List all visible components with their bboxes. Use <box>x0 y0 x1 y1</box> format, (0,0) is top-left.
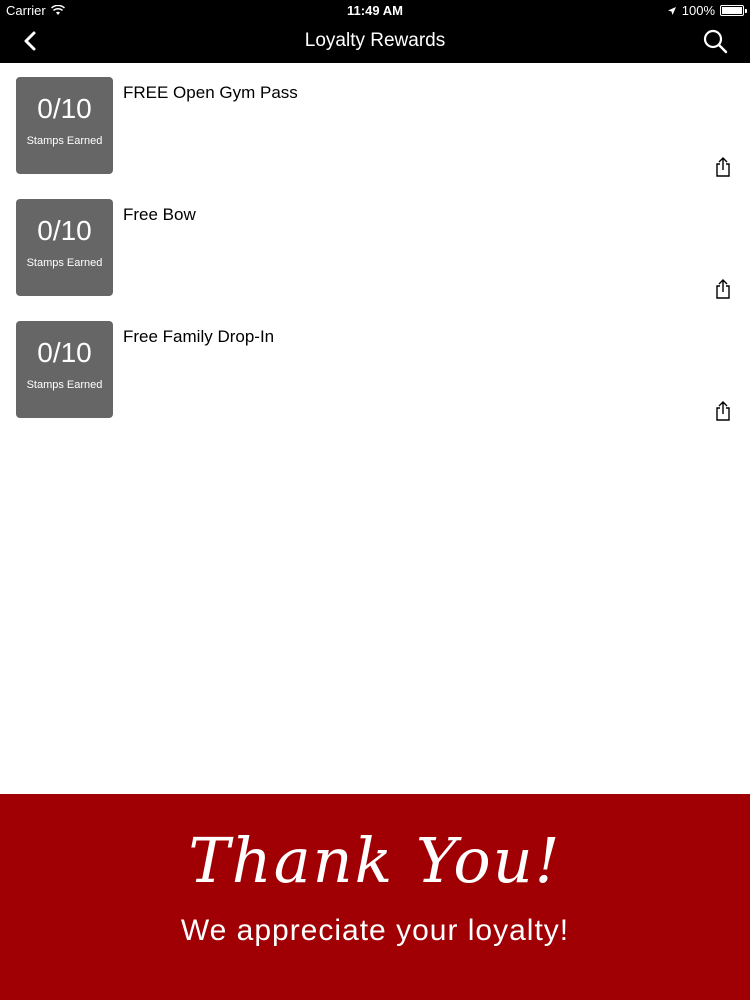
reward-row[interactable]: 0/10 Stamps Earned FREE Open Gym Pass <box>0 63 750 185</box>
status-right: 100% <box>667 3 747 18</box>
reward-title: Free Family Drop-In <box>123 327 275 346</box>
reward-row[interactable]: 0/10 Stamps Earned Free Bow <box>0 185 750 307</box>
nav-bar: Loyalty Rewards <box>0 20 750 63</box>
stamp-label: Stamps Earned <box>26 135 103 147</box>
share-icon[interactable] <box>714 279 732 299</box>
thank-you-banner: Thank You! We appreciate your loyalty! <box>0 794 750 1000</box>
location-arrow-icon <box>667 6 676 15</box>
rewards-list: 0/10 Stamps Earned FREE Open Gym Pass 0/… <box>0 63 750 429</box>
stamp-counter: 0/10 Stamps Earned <box>16 199 113 296</box>
stamp-count: 0/10 <box>37 337 92 368</box>
page-title: Loyalty Rewards <box>304 30 446 51</box>
battery-fill <box>722 7 742 14</box>
reward-row[interactable]: 0/10 Stamps Earned Free Family Drop-In <box>0 307 750 429</box>
status-bar: Carrier 11:49 AM 100% <box>0 0 750 20</box>
stamp-label: Stamps Earned <box>26 379 103 391</box>
search-icon[interactable] <box>702 28 728 54</box>
stamp-count: 0/10 <box>37 93 92 124</box>
share-icon[interactable] <box>714 157 732 177</box>
banner-subtitle: We appreciate your loyalty! <box>180 914 570 947</box>
battery-icon <box>720 5 747 16</box>
stamp-counter: 0/10 Stamps Earned <box>16 321 113 418</box>
share-icon[interactable] <box>714 401 732 421</box>
stamp-counter: 0/10 Stamps Earned <box>16 77 113 174</box>
reward-title: FREE Open Gym Pass <box>123 83 298 102</box>
stamp-count: 0/10 <box>37 215 92 246</box>
screen: Carrier 11:49 AM 100% Loyalty Rewards 0/… <box>0 0 750 1000</box>
stamp-label: Stamps Earned <box>26 257 103 269</box>
banner-title: Thank You! <box>188 824 562 897</box>
reward-title: Free Bow <box>123 205 196 224</box>
battery-percent: 100% <box>681 3 715 18</box>
status-time: 11:49 AM <box>347 3 403 18</box>
